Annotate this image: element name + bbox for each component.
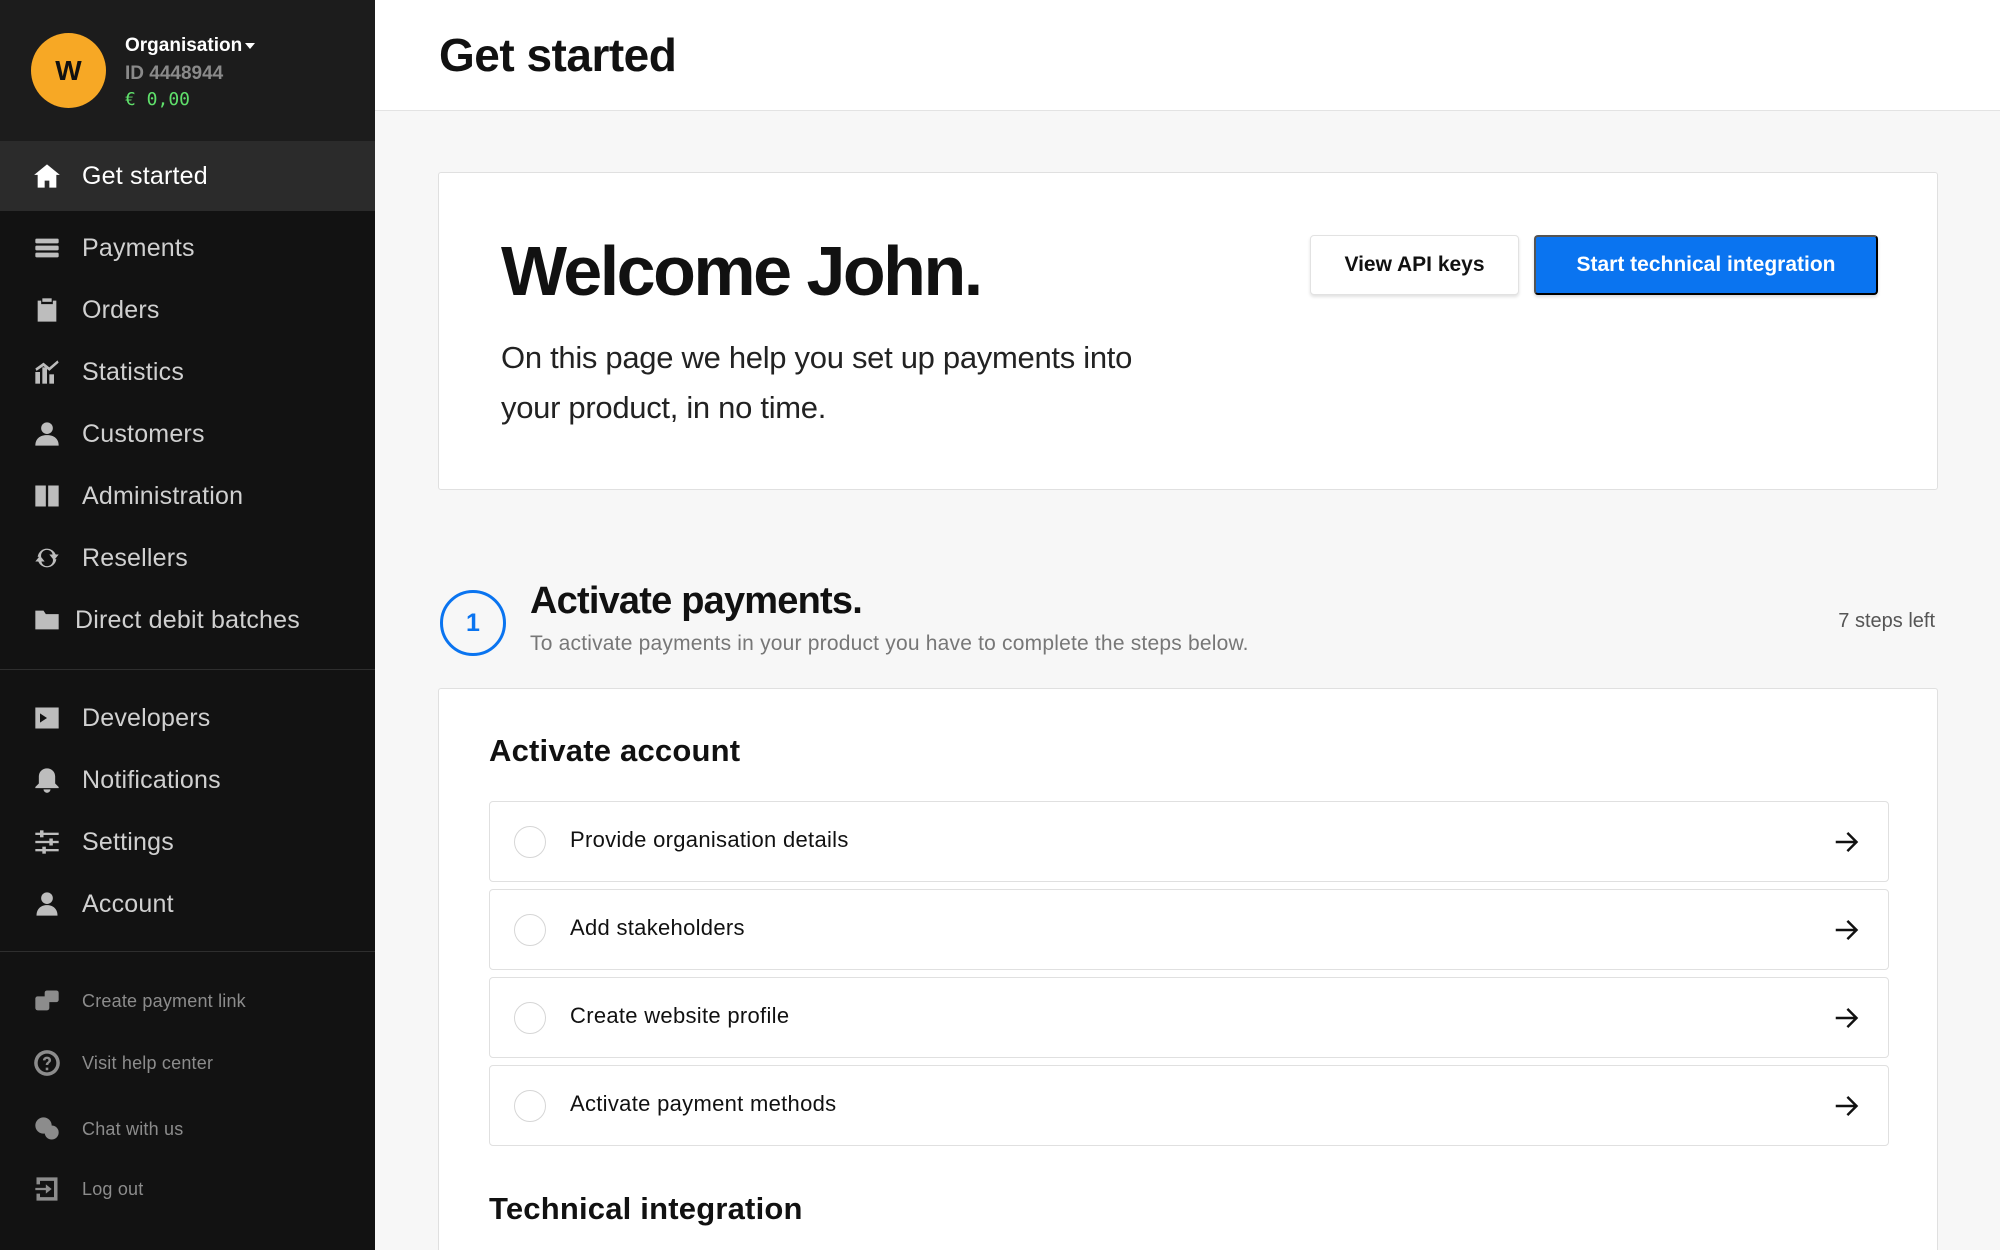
sidebar-item-orders[interactable]: Orders	[0, 279, 375, 341]
sidebar-item-label: Statistics	[82, 357, 185, 386]
sync-icon	[33, 544, 61, 572]
terminal-icon	[33, 704, 61, 732]
organisation-name[interactable]: Organisation	[125, 35, 256, 57]
sidebar-item-visit-help-center[interactable]: Visit help center	[0, 1035, 375, 1091]
caret-down-icon	[245, 42, 256, 49]
sidebar-item-customers[interactable]: Customers	[0, 403, 375, 465]
arrow-right-icon	[1832, 1091, 1862, 1121]
user-icon	[33, 890, 61, 918]
welcome-card: Welcome John. On this page we help you s…	[438, 172, 1938, 490]
organisation-balance: € 0,00	[125, 89, 191, 110]
activate-account-title: Activate account	[489, 733, 741, 768]
sidebar-item-administration[interactable]: Administration	[0, 465, 375, 527]
sidebar-item-label: Visit help center	[82, 1052, 214, 1073]
sidebar-item-label: Settings	[82, 827, 174, 856]
task-activate-payment-methods[interactable]: Activate payment methods	[489, 1065, 1889, 1146]
sidebar-item-label: Orders	[82, 295, 160, 324]
sidebar-item-chat-with-us[interactable]: Chat with us	[0, 1101, 375, 1157]
task-status-radio	[514, 1090, 546, 1122]
clipboard-icon	[33, 296, 61, 324]
sidebar-item-label: Direct debit batches	[75, 605, 300, 634]
page-header: Get started	[375, 0, 2000, 111]
sidebar-item-settings[interactable]: Settings	[0, 811, 375, 873]
link-icon	[33, 987, 61, 1015]
organisation-id: ID 4448944	[125, 63, 224, 84]
book-icon	[33, 482, 61, 510]
step-title: Activate payments.	[530, 580, 863, 622]
organisation-name-label: Organisation	[125, 35, 243, 56]
step-number-badge: 1	[440, 590, 506, 656]
payments-icon	[33, 234, 61, 262]
sidebar-item-label: Chat with us	[82, 1118, 184, 1139]
avatar: W	[31, 33, 106, 108]
organisation-switcher[interactable]: W Organisation ID 4448944 € 0,00	[0, 0, 375, 141]
task-status-radio	[514, 914, 546, 946]
start-technical-integration-button[interactable]: Start technical integration	[1534, 235, 1878, 295]
arrow-right-icon	[1832, 827, 1862, 857]
welcome-title: Welcome John.	[501, 232, 983, 310]
home-icon	[33, 162, 61, 190]
task-label: Add stakeholders	[570, 915, 745, 940]
sidebar-item-label: Get started	[82, 161, 208, 190]
users-icon	[33, 420, 61, 448]
arrow-right-icon	[1832, 1003, 1862, 1033]
bell-icon	[33, 766, 61, 794]
sidebar-item-label: Log out	[82, 1178, 144, 1199]
page-title: Get started	[439, 29, 677, 81]
task-add-stakeholders[interactable]: Add stakeholders	[489, 889, 1889, 970]
task-label: Provide organisation details	[570, 827, 849, 852]
sidebar-item-developers[interactable]: Developers	[0, 687, 375, 749]
task-status-radio	[514, 1002, 546, 1034]
sidebar-item-label: Notifications	[82, 765, 221, 794]
sidebar-item-log-out[interactable]: Log out	[0, 1161, 375, 1217]
sidebar-divider	[0, 669, 375, 670]
sidebar-item-label: Create payment link	[82, 990, 246, 1011]
sliders-icon	[33, 828, 61, 856]
task-provide-organisation-details[interactable]: Provide organisation details	[489, 801, 1889, 882]
sidebar-item-label: Developers	[82, 703, 211, 732]
sidebar-item-notifications[interactable]: Notifications	[0, 749, 375, 811]
sidebar-divider	[0, 951, 375, 952]
sidebar-item-label: Payments	[82, 233, 195, 262]
chat-icon	[33, 1115, 61, 1143]
sidebar-item-label: Administration	[82, 481, 244, 510]
chart-icon	[33, 358, 61, 386]
sidebar-item-label: Account	[82, 889, 174, 918]
activate-payments-card: Activate account Provide organisation de…	[438, 688, 1938, 1250]
help-icon	[33, 1049, 61, 1077]
sidebar-item-direct-debit-batches[interactable]: Direct debit batches	[0, 589, 375, 651]
arrow-right-icon	[1832, 915, 1862, 945]
task-create-website-profile[interactable]: Create website profile	[489, 977, 1889, 1058]
sidebar-item-account[interactable]: Account	[0, 873, 375, 935]
logout-icon	[33, 1175, 61, 1203]
view-api-keys-button[interactable]: View API keys	[1310, 235, 1519, 295]
sidebar-item-get-started[interactable]: Get started	[0, 141, 375, 211]
sidebar-item-label: Customers	[82, 419, 205, 448]
steps-left-count: 7 steps left	[1838, 610, 1935, 632]
sidebar-item-statistics[interactable]: Statistics	[0, 341, 375, 403]
sidebar-item-resellers[interactable]: Resellers	[0, 527, 375, 589]
sidebar-item-label: Resellers	[82, 543, 188, 572]
task-label: Create website profile	[570, 1003, 790, 1028]
task-label: Activate payment methods	[570, 1091, 837, 1116]
sidebar-item-payments[interactable]: Payments	[0, 217, 375, 279]
sidebar-item-create-payment-link[interactable]: Create payment link	[0, 973, 375, 1029]
task-status-radio	[514, 826, 546, 858]
step-subtitle: To activate payments in your product you…	[530, 632, 1249, 655]
technical-integration-title: Technical integration	[489, 1191, 803, 1226]
folder-icon	[33, 606, 61, 634]
sidebar: W Organisation ID 4448944 € 0,00 Get sta…	[0, 0, 375, 1250]
welcome-text: On this page we help you set up payments…	[501, 340, 1133, 425]
